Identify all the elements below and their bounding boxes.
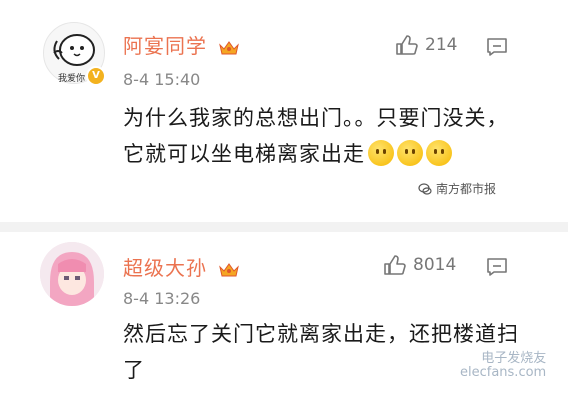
emoji-icon: [397, 140, 423, 166]
site-watermark: 电子发烧友 elecfans.com: [460, 352, 546, 380]
source-watermark: 南方都市报: [418, 180, 496, 197]
site-watermark-line1: 电子发烧友: [481, 351, 547, 366]
avatar-drawing-icon: [40, 242, 104, 306]
username[interactable]: 阿宴同学: [123, 30, 240, 59]
emoji-icon: [426, 140, 452, 166]
like-count: 214: [425, 35, 458, 55]
comment-timestamp: 8-4 13:26: [123, 289, 201, 308]
reply-comment-icon[interactable]: [486, 257, 508, 277]
vip-crown-icon: [219, 262, 240, 276]
verified-badge-icon: V: [86, 66, 106, 86]
username-text: 超级大孙: [123, 256, 207, 280]
site-watermark-line2: elecfans.com: [460, 365, 547, 380]
vip-crown-icon: [219, 40, 240, 54]
like-count: 8014: [413, 255, 457, 275]
comment-text: 为什么我家的总想出门。。只要门没关，它就可以坐电梯离家出走: [123, 100, 523, 172]
reply-comment-icon[interactable]: [486, 37, 508, 57]
wechat-icon: [418, 182, 432, 195]
thumbs-up-icon: [384, 255, 406, 275]
source-watermark-text: 南方都市报: [436, 182, 497, 196]
like-button[interactable]: 8014: [383, 254, 456, 276]
comment-timestamp: 8-4 15:40: [123, 70, 201, 89]
like-button[interactable]: 214: [395, 34, 457, 56]
username[interactable]: 超级大孙: [123, 252, 240, 281]
avatar[interactable]: [40, 242, 104, 306]
emoji-icon: [368, 140, 394, 166]
comment-item: 我爱你 V 阿宴同学 8-4 15:40 214 为什么我家的总想出门。。只要门…: [0, 0, 568, 222]
avatar-caption: 我爱你: [58, 74, 86, 84]
username-text: 阿宴同学: [123, 34, 207, 58]
thumbs-up-icon: [396, 35, 418, 55]
comment-divider: [0, 222, 568, 232]
